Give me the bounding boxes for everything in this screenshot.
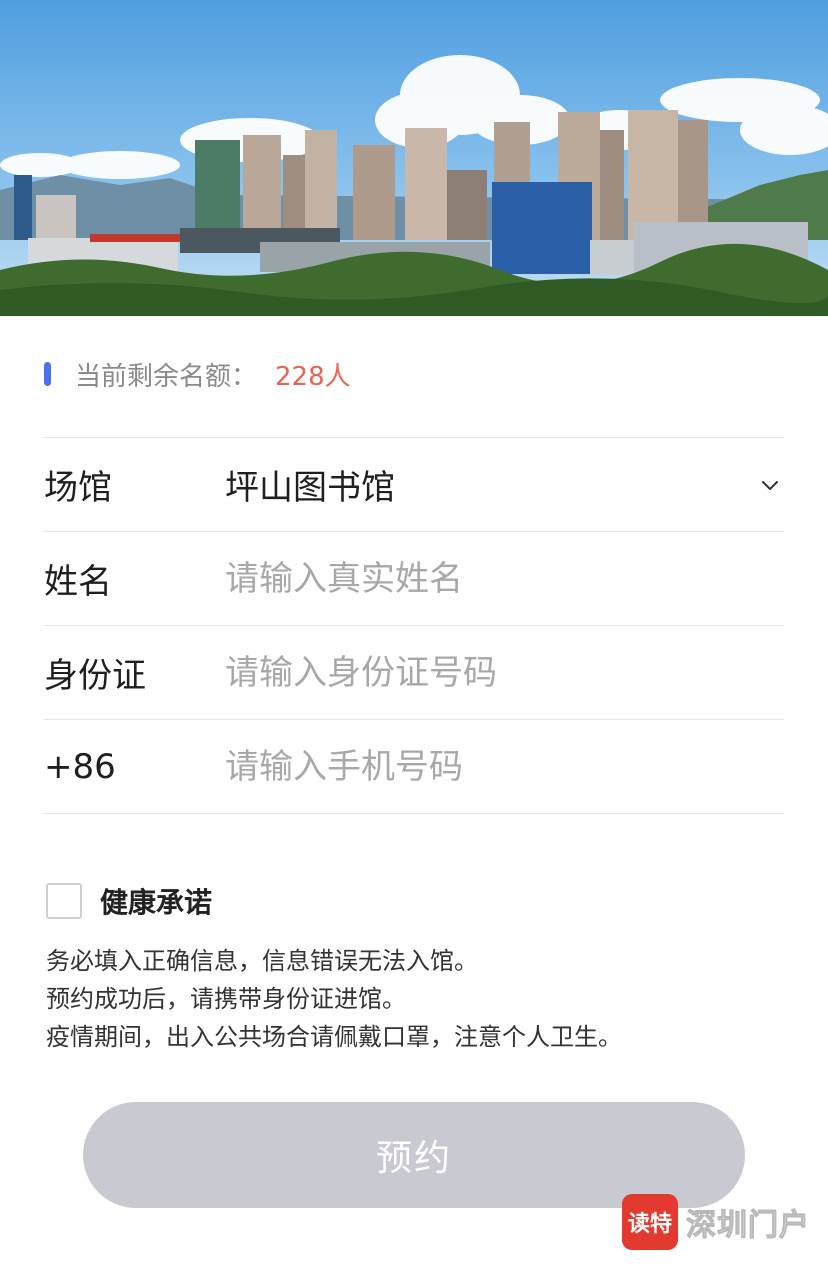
phone-row: +86 [44,720,784,814]
quota-line: 当前剩余名额： 228人 [44,350,351,398]
id-card-row: 身份证 [44,626,784,720]
chevron-down-icon [762,480,778,490]
phone-country-code: +86 [44,746,116,787]
hero-banner-image [0,0,828,316]
note-line: 务必填入正确信息，信息错误无法入馆。 [46,947,478,975]
watermark-logo: 读特 深圳门户 [622,1194,810,1250]
venue-value: 坪山图书馆 [225,468,395,508]
submit-booking-button[interactable]: 预约 [83,1102,745,1208]
watermark-badge: 读特 [622,1194,678,1250]
health-commitment-label: 健康承诺 [100,886,213,919]
booking-notes: 务必填入正确信息，信息错误无法入馆。 预约成功后，请携带身份证进馆。 疫情期间，… [46,942,786,1056]
name-input[interactable] [225,548,784,609]
note-line: 疫情期间，出入公共场合请佩戴口罩，注意个人卫生。 [46,1023,622,1051]
id-card-input[interactable] [225,642,784,703]
quota-label: 当前剩余名额： [75,361,258,392]
section-accent-bar [44,362,51,386]
venue-label: 场馆 [44,468,112,508]
name-row: 姓名 [44,532,784,626]
name-label: 姓名 [44,562,112,602]
id-card-label: 身份证 [44,656,146,696]
watermark-text: 深圳门户 [686,1208,810,1244]
venue-select[interactable]: 场馆 坪山图书馆 [44,438,784,532]
booking-form: 场馆 坪山图书馆 姓名 身份证 +86 [44,437,784,814]
health-checkbox[interactable] [46,883,82,919]
booking-page: 当前剩余名额： 228人 场馆 坪山图书馆 姓名 身份证 +86 健康承诺 务 [0,0,828,1273]
note-line: 预约成功后，请携带身份证进馆。 [46,985,406,1013]
phone-input[interactable] [225,736,784,797]
health-commitment[interactable]: 健康承诺 [46,880,212,922]
quota-value: 228人 [275,361,351,392]
